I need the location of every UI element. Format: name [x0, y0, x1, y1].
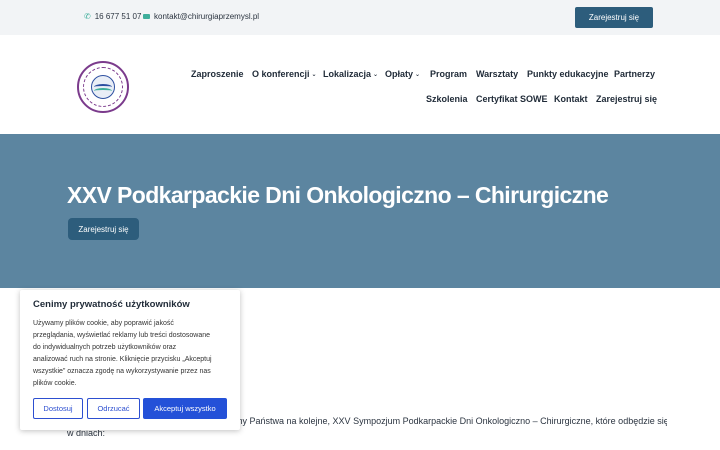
top-contact-bar: ✆ 16 677 51 07 kontakt@chirurgiaprzemysl… [0, 0, 720, 35]
nav-item-kontakt[interactable]: Kontakt [554, 94, 588, 104]
cookie-customize-button[interactable]: Dostosuj [33, 398, 83, 419]
cookie-text-line: plików cookie. [33, 380, 77, 388]
phone-contact[interactable]: ✆ 16 677 51 07 [84, 12, 141, 21]
nav-label: Szkolenia [426, 94, 468, 104]
nav-label: Punkty edukacyjne [527, 69, 609, 79]
conference-logo[interactable] [77, 61, 129, 113]
phone-icon: ✆ [84, 11, 91, 21]
nav-label: Certyfikat SOWE [476, 94, 548, 104]
hero-register-button[interactable]: Zarejestruj się [68, 218, 139, 240]
chevron-down-icon: ⌄ [415, 71, 421, 78]
nav-label: Opłaty [385, 69, 414, 79]
cookie-text-line: przeglądania, wyświetlać reklamy lub tre… [33, 332, 211, 340]
nav-label: Lokalizacja [323, 69, 372, 79]
nav-label: Kontakt [554, 94, 588, 104]
nav-item-punkty-edukacyjne[interactable]: Punkty edukacyjne [527, 69, 609, 79]
nav-item-oplaty[interactable]: Opłaty ⌄ [385, 69, 420, 79]
cookie-text-line: Używamy plików cookie, aby poprawić jako… [33, 320, 174, 327]
chevron-down-icon: ⌄ [373, 71, 379, 78]
cookie-title: Cenimy prywatność użytkowników [33, 299, 190, 310]
nav-label: Warsztaty [476, 69, 519, 79]
nav-item-partnerzy[interactable]: Partnerzy [614, 69, 655, 79]
chevron-down-icon: ⌄ [311, 71, 317, 78]
nav-item-zarejestruj[interactable]: Zarejestruj się [596, 94, 657, 104]
email-address: kontakt@chirurgiaprzemysl.pl [154, 12, 260, 21]
logo-wave-accent [94, 88, 112, 94]
nav-item-szkolenia[interactable]: Szkolenia [426, 94, 468, 104]
nav-label: O konferencji [252, 69, 310, 79]
cookie-reject-button[interactable]: Odrzucać [87, 398, 140, 419]
nav-label: Zarejestruj się [596, 94, 658, 104]
nav-item-zaproszenie[interactable]: Zaproszenie [191, 69, 244, 79]
cookie-text-line: do indywidualnych potrzeb użytkowników o… [33, 344, 177, 352]
email-contact[interactable]: kontakt@chirurgiaprzemysl.pl [143, 12, 259, 21]
nav-item-certyfikat-sowe[interactable]: Certyfikat SOWE [476, 94, 548, 104]
nav-label: Partnerzy [614, 69, 656, 79]
nav-label: Program [430, 69, 468, 79]
nav-label: Zaproszenie [191, 69, 244, 79]
cookie-text-line: analizować ruch na stronie. Kliknięcie p… [33, 356, 212, 364]
page-title: XXV Podkarpackie Dni Onkologiczno – Chir… [67, 182, 609, 208]
nav-item-program[interactable]: Program [430, 69, 467, 79]
cookie-text-line: wszystkie” oznacza zgodę na wykorzystywa… [33, 368, 211, 376]
nav-item-lokalizacja[interactable]: Lokalizacja ⌄ [323, 69, 378, 79]
cookie-accept-all-button[interactable]: Akceptuj wszystko [143, 398, 227, 419]
intro-line-1-text: amy Państwa na kolejne, XXV Sympozjum Po… [230, 416, 667, 426]
top-register-button[interactable]: Zarejestruj się [575, 7, 653, 28]
site-header: Zaproszenie O konferencji ⌄ Lokalizacja ⌄ … [0, 35, 720, 134]
hero-banner: XXV Podkarpackie Dni Onkologiczno – Chir… [0, 134, 720, 288]
nav-item-o-konferencji[interactable]: O konferencji ⌄ [252, 69, 317, 79]
cookie-description: Używamy plików cookie, aby poprawić jako… [33, 318, 231, 391]
cookie-consent-dialog: Cenimy prywatność użytkowników Używamy p… [20, 290, 240, 430]
phone-number: 16 677 51 07 [94, 12, 142, 21]
nav-item-warsztaty[interactable]: Warsztaty [476, 69, 518, 79]
mail-icon [143, 14, 150, 19]
